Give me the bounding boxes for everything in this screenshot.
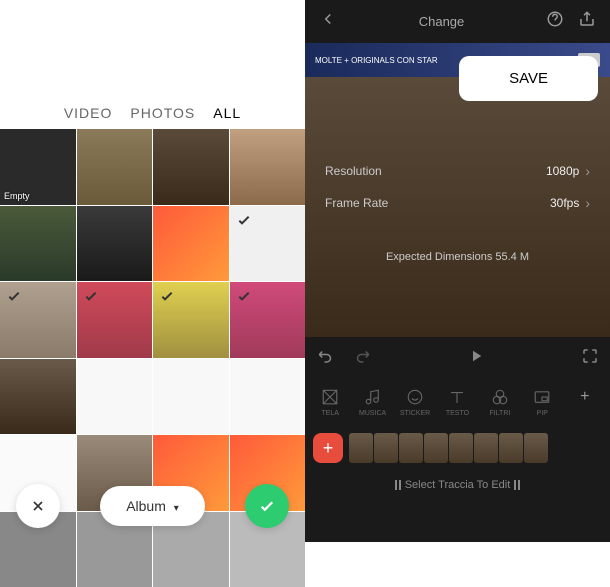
tool-label: STICKER xyxy=(400,410,430,417)
play-button[interactable] xyxy=(467,347,485,370)
clip-thumb[interactable] xyxy=(449,433,473,463)
header-title: Change xyxy=(337,14,546,29)
album-button[interactable]: Album ▾ xyxy=(100,486,205,526)
media-cell[interactable] xyxy=(77,206,153,282)
plus-icon: + xyxy=(580,388,589,406)
checkmark-icon xyxy=(159,288,175,304)
editor-header: Change xyxy=(305,0,610,43)
tool-label: FILTRI xyxy=(489,410,510,417)
clip-thumb[interactable] xyxy=(524,433,548,463)
checkmark-icon xyxy=(258,497,276,515)
album-label: Album xyxy=(126,498,166,514)
resolution-value: 1080p xyxy=(546,164,579,178)
video-preview: Resolution 1080p › Frame Rate 30fps › Expe… xyxy=(305,77,610,337)
share-button[interactable] xyxy=(578,10,596,33)
media-cell[interactable]: Empty xyxy=(0,129,76,205)
resolution-label: Resolution xyxy=(325,164,382,178)
media-cell[interactable] xyxy=(230,359,306,435)
back-button[interactable] xyxy=(319,10,337,33)
timeline: + xyxy=(305,425,610,471)
media-tabs: VIDEO PHOTOS ALL xyxy=(0,0,305,129)
editor-panel: Change MOLTE + ORIGINALS CON STAR SOLAR … xyxy=(305,0,610,542)
track-selector[interactable]: Select Traccia To Edit xyxy=(305,471,610,499)
banner-text: MOLTE + ORIGINALS CON STAR xyxy=(315,56,438,65)
chevron-right-icon: › xyxy=(585,195,590,211)
framerate-row[interactable]: Frame Rate 30fps › xyxy=(325,195,590,211)
tool-music[interactable]: MUSICA xyxy=(354,388,392,417)
clip-thumb[interactable] xyxy=(349,433,373,463)
chevron-right-icon: › xyxy=(585,163,590,179)
close-icon xyxy=(30,498,46,514)
plus-icon: + xyxy=(323,438,334,459)
clip-thumb[interactable] xyxy=(499,433,523,463)
media-cell[interactable] xyxy=(153,359,229,435)
media-cell[interactable] xyxy=(153,206,229,282)
checkmark-icon xyxy=(236,212,252,228)
tool-pip[interactable]: PIP xyxy=(523,388,561,417)
checkmark-icon xyxy=(83,288,99,304)
framerate-value: 30fps xyxy=(550,196,579,210)
tab-all[interactable]: ALL xyxy=(213,105,241,121)
tool-label: TELA xyxy=(321,410,339,417)
tool-row: TELA MUSICA STICKER TESTO FILTRI PIP + xyxy=(305,380,610,425)
dimensions-text: Expected Dimensions 55.4 M xyxy=(325,251,590,263)
clip-strip[interactable] xyxy=(349,433,602,463)
media-cell[interactable] xyxy=(230,282,306,358)
clip-thumb[interactable] xyxy=(374,433,398,463)
media-cell[interactable] xyxy=(153,282,229,358)
close-button[interactable] xyxy=(16,484,60,528)
redo-button[interactable] xyxy=(353,347,371,370)
media-cell[interactable] xyxy=(0,206,76,282)
chevron-down-icon: ▾ xyxy=(174,503,179,514)
tool-text[interactable]: TESTO xyxy=(438,388,476,417)
tool-label: MUSICA xyxy=(359,410,386,417)
save-label: SAVE xyxy=(509,70,548,87)
media-cell[interactable] xyxy=(77,129,153,205)
track-label-text: Select Traccia To Edit xyxy=(405,479,511,491)
save-button[interactable]: SAVE xyxy=(459,56,598,101)
checkmark-icon xyxy=(236,288,252,304)
resolution-row[interactable]: Resolution 1080p › xyxy=(325,163,590,179)
tool-sticker[interactable]: STICKER xyxy=(396,388,434,417)
checkmark-icon xyxy=(6,288,22,304)
bottom-bar: Album ▾ xyxy=(0,484,305,528)
cell-label: Empty xyxy=(4,191,30,201)
media-cell[interactable] xyxy=(153,129,229,205)
tool-label: TESTO xyxy=(446,410,469,417)
media-cell[interactable] xyxy=(0,359,76,435)
media-picker-panel: VIDEO PHOTOS ALL Empty Albu xyxy=(0,0,305,542)
tool-canvas[interactable]: TELA xyxy=(311,388,349,417)
fullscreen-button[interactable] xyxy=(581,347,599,370)
confirm-button[interactable] xyxy=(245,484,289,528)
undo-button[interactable] xyxy=(317,347,335,370)
playback-controls xyxy=(305,337,610,380)
help-button[interactable] xyxy=(546,10,564,33)
clip-thumb[interactable] xyxy=(399,433,423,463)
tool-more[interactable]: + xyxy=(566,388,604,417)
tool-filters[interactable]: FILTRI xyxy=(481,388,519,417)
media-cell[interactable] xyxy=(230,129,306,205)
tab-photos[interactable]: PHOTOS xyxy=(130,105,195,121)
media-cell[interactable] xyxy=(77,282,153,358)
tab-video[interactable]: VIDEO xyxy=(64,105,113,121)
media-cell[interactable] xyxy=(0,282,76,358)
media-cell[interactable] xyxy=(77,359,153,435)
add-clip-button[interactable]: + xyxy=(313,433,343,463)
media-cell[interactable] xyxy=(230,206,306,282)
framerate-label: Frame Rate xyxy=(325,196,388,210)
clip-thumb[interactable] xyxy=(474,433,498,463)
clip-thumb[interactable] xyxy=(424,433,448,463)
tool-label: PIP xyxy=(537,410,548,417)
